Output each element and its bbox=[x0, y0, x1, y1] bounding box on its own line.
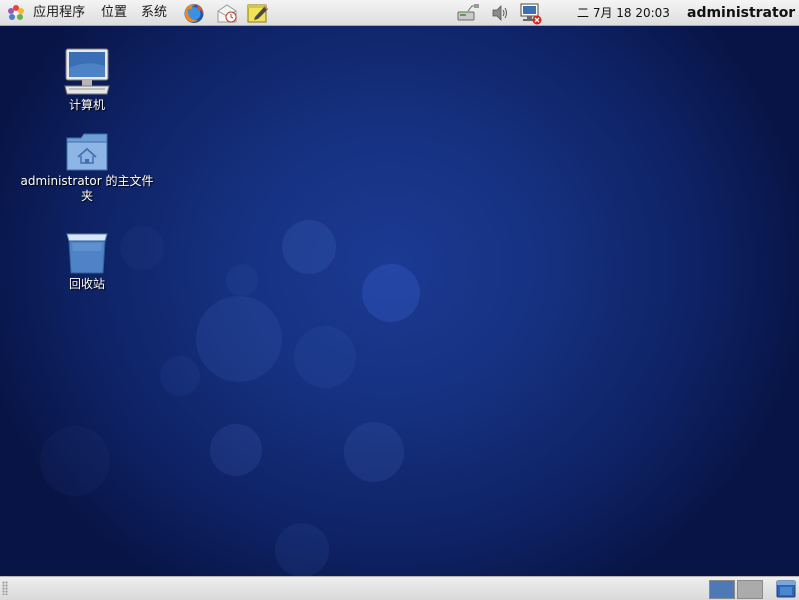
wallpaper-bokeh bbox=[294, 326, 356, 388]
desktop[interactable]: 计算机 administrator 的主文件夹 回收站 bbox=[0, 26, 799, 576]
network-icon[interactable] bbox=[456, 3, 480, 27]
wallpaper-bokeh bbox=[344, 422, 404, 482]
desktop-icon-label: 回收站 bbox=[68, 277, 105, 291]
panel-drag-handle[interactable] bbox=[2, 581, 8, 595]
top-panel: 应用程序 位置 系统 二 7月 18 20:03 administrator bbox=[0, 0, 799, 26]
places-menu[interactable]: 位置 bbox=[101, 0, 127, 26]
wallpaper-bokeh bbox=[362, 264, 420, 322]
wallpaper-bokeh bbox=[210, 424, 262, 476]
workspace-2[interactable] bbox=[737, 580, 763, 599]
computer-icon bbox=[63, 48, 111, 96]
wallpaper-bokeh bbox=[196, 296, 282, 382]
user-menu[interactable]: administrator bbox=[687, 0, 795, 26]
screen: 应用程序 位置 系统 二 7月 18 20:03 administrator 计… bbox=[0, 0, 799, 600]
mail-client-icon[interactable] bbox=[215, 3, 239, 28]
clock[interactable]: 二 7月 18 20:03 bbox=[577, 0, 670, 26]
desktop-icon-label: 计算机 bbox=[68, 98, 105, 112]
bottom-panel bbox=[0, 576, 799, 600]
gnome-foot-icon bbox=[6, 3, 26, 23]
volume-icon[interactable] bbox=[491, 3, 509, 27]
desktop-icon-computer[interactable]: 计算机 bbox=[17, 48, 157, 113]
wallpaper-bokeh bbox=[160, 356, 200, 396]
wallpaper-bokeh bbox=[40, 426, 110, 496]
wallpaper-bokeh bbox=[282, 220, 336, 274]
text-editor-icon[interactable] bbox=[247, 3, 269, 27]
desktop-icon-label: administrator 的主文件夹 bbox=[20, 174, 154, 203]
places-menu-label: 位置 bbox=[101, 5, 128, 20]
home-folder-icon bbox=[63, 132, 111, 172]
system-menu[interactable]: 系统 bbox=[141, 0, 167, 26]
system-menu-label: 系统 bbox=[141, 5, 168, 20]
wallpaper-bokeh bbox=[275, 523, 329, 576]
trash-icon bbox=[64, 231, 110, 275]
firefox-icon[interactable] bbox=[183, 3, 205, 28]
show-desktop-icon[interactable] bbox=[775, 579, 797, 600]
desktop-icon-home-folder[interactable]: administrator 的主文件夹 bbox=[17, 132, 157, 204]
wallpaper-bokeh bbox=[226, 264, 258, 296]
applications-menu-label: 应用程序 bbox=[33, 5, 86, 20]
workspace-1[interactable] bbox=[709, 580, 735, 599]
applications-menu[interactable]: 应用程序 bbox=[6, 0, 85, 26]
desktop-icon-trash[interactable]: 回收站 bbox=[17, 231, 157, 292]
